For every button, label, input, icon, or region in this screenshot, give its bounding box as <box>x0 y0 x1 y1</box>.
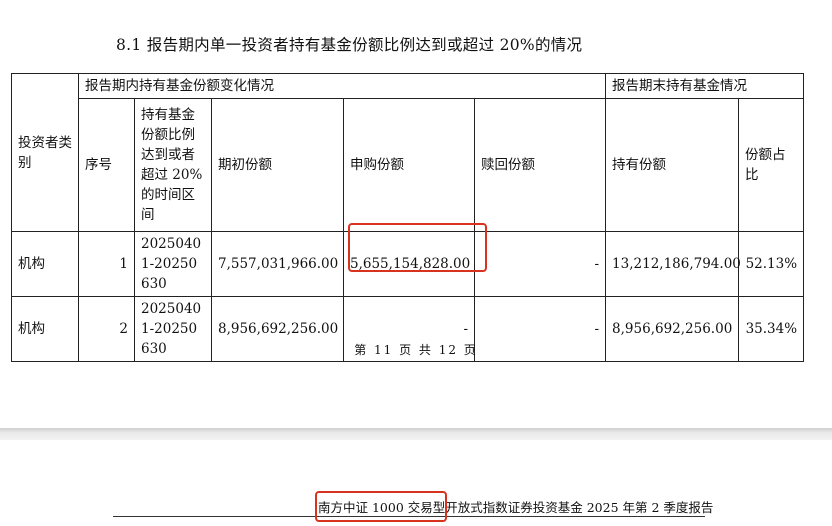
header-redeem: 赎回份额 <box>473 98 607 232</box>
highlight-box-subscribe <box>348 223 487 272</box>
header-period: 持有基金份额比例达到或者超过 20%的时间区间 <box>134 98 212 232</box>
header-group-right: 报告期末持有基金情况 <box>605 73 805 99</box>
cell-holding: 13,212,186,794.00 <box>605 231 741 297</box>
header-ratio: 份额占比 <box>738 98 805 232</box>
cell-initial: 7,557,031,966.00 <box>211 231 344 297</box>
highlight-box-fund-name <box>315 491 447 522</box>
cell-redeem: - <box>473 231 607 297</box>
cell-ratio: 52.13% <box>738 231 805 297</box>
report-page-11: 8.1 报告期内单一投资者持有基金份额比例达到或超过 20%的情况 投资者类别 … <box>0 0 832 428</box>
cell-period: 20250401-20250630 <box>134 231 212 297</box>
header-group-left: 报告期内持有基金份额变化情况 <box>77 73 607 99</box>
page-separator <box>0 428 832 440</box>
page-number: 第 11 页 共 12 页 <box>354 343 478 357</box>
cell-investor-type: 机构 <box>11 231 79 297</box>
section-title: 8.1 报告期内单一投资者持有基金份额比例达到或超过 20%的情况 <box>116 36 583 54</box>
holder-table: 投资者类别 报告期内持有基金份额变化情况 报告期末持有基金情况 序号 持有基金份… <box>11 73 805 362</box>
header-seq: 序号 <box>78 98 135 232</box>
header-investor-type: 投资者类别 <box>11 73 79 232</box>
cell-seq: 1 <box>78 231 135 297</box>
header-initial: 期初份额 <box>211 98 344 232</box>
header-subscribe: 申购份额 <box>343 98 475 232</box>
header-holding: 持有份额 <box>605 98 740 232</box>
